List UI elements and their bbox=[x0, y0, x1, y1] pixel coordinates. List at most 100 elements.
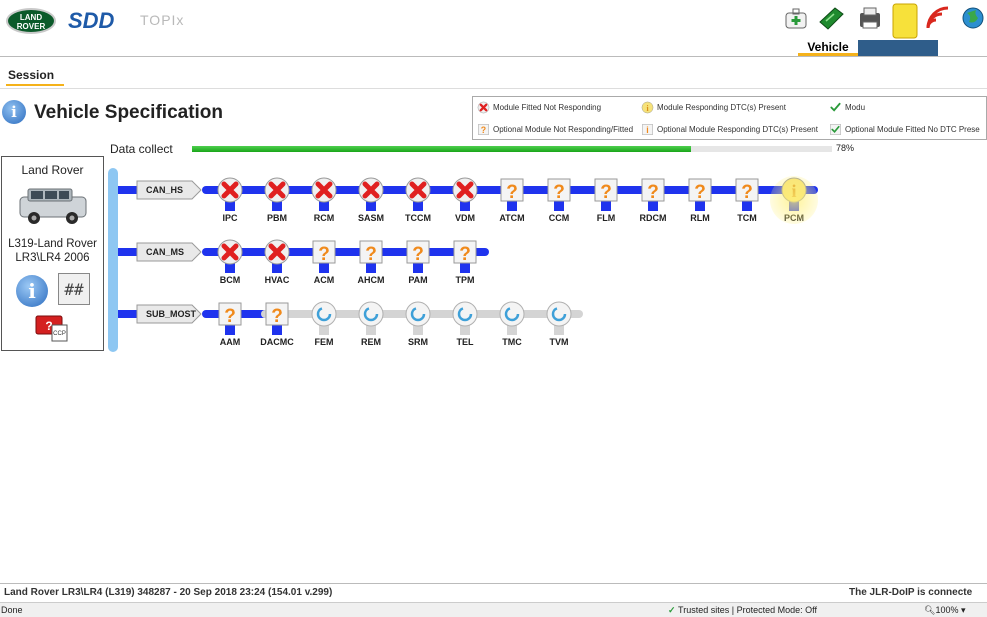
status-session-info: Land Rover LR3\LR4 (L319) 348287 - 20 Se… bbox=[4, 587, 333, 598]
legend-item: i Optional Module Responding DTC(s) Prese… bbox=[641, 123, 818, 136]
vehicle-info-icon[interactable]: i bbox=[16, 275, 48, 307]
module-ipc[interactable]: IPC bbox=[214, 176, 246, 223]
question-icon: ? bbox=[547, 178, 571, 203]
session-label[interactable]: Session bbox=[8, 68, 54, 82]
legend-text: Module Fitted Not Responding bbox=[493, 103, 602, 112]
printer-icon[interactable] bbox=[856, 4, 884, 32]
svg-text:?: ? bbox=[506, 182, 518, 203]
svg-text:CCP: CCP bbox=[53, 331, 66, 337]
data-collect-label: Data collect bbox=[110, 142, 173, 156]
module-atcm[interactable]: ? ATCM bbox=[496, 176, 528, 223]
module-fem[interactable]: FEM bbox=[308, 300, 340, 347]
module-rem[interactable]: REM bbox=[355, 300, 387, 347]
module-tvm[interactable]: TVM bbox=[543, 300, 575, 347]
ccp-icon[interactable]: ? CCP bbox=[34, 313, 70, 343]
svg-text:?: ? bbox=[481, 125, 486, 135]
module-acm[interactable]: ? ACM bbox=[308, 238, 340, 285]
vehicle-make: Land Rover bbox=[21, 163, 84, 177]
legend-text: Optional Module Not Responding/Fitted bbox=[493, 125, 634, 134]
module-dacmc[interactable]: ? DACMC bbox=[260, 300, 294, 347]
red-x-icon bbox=[405, 177, 431, 203]
legend-item: Modu bbox=[829, 101, 865, 114]
app-subtitle: TOPIx bbox=[140, 12, 185, 28]
browser-done-text: Done bbox=[1, 605, 23, 615]
module-rlm[interactable]: ? RLM bbox=[684, 176, 716, 223]
wifi-signal-icon[interactable] bbox=[924, 4, 952, 32]
red-x-icon bbox=[452, 177, 478, 203]
tab-vehicle[interactable]: Vehicle bbox=[798, 38, 858, 56]
vehicle-image bbox=[19, 188, 87, 224]
vehicle-panel: Land Rover L319-Land Rover LR3\LR4 2006 … bbox=[1, 156, 104, 351]
svg-text:i: i bbox=[646, 125, 648, 135]
bus-label-text: CAN_HS bbox=[146, 185, 184, 195]
info-warning-icon: i bbox=[641, 101, 654, 114]
bus-label-can_hs[interactable]: CAN_HS bbox=[136, 180, 202, 200]
loading-icon bbox=[546, 301, 572, 327]
module-rdcm[interactable]: ? RDCM bbox=[637, 176, 669, 223]
module-pam[interactable]: ? PAM bbox=[402, 238, 434, 285]
globe-icon[interactable] bbox=[959, 4, 987, 32]
red-x-icon bbox=[217, 177, 243, 203]
module-rcm[interactable]: RCM bbox=[308, 176, 340, 223]
legend-text: Optional Module Responding DTC(s) Presen… bbox=[657, 125, 818, 134]
module-tmc[interactable]: TMC bbox=[496, 300, 528, 347]
svg-text:?: ? bbox=[412, 244, 424, 265]
bus-stub bbox=[118, 248, 138, 256]
module-tccm[interactable]: TCCM bbox=[402, 176, 434, 223]
legend-item: ? Optional Module Not Responding/Fitted bbox=[477, 123, 633, 136]
svg-text:?: ? bbox=[647, 182, 659, 203]
question-icon: ? bbox=[218, 302, 242, 327]
module-bcm[interactable]: BCM bbox=[214, 238, 246, 285]
red-x-icon bbox=[264, 177, 290, 203]
bus-backbone bbox=[108, 168, 118, 352]
question-icon: ? bbox=[453, 240, 477, 265]
loading-icon bbox=[311, 301, 337, 327]
module-hvac[interactable]: HVAC bbox=[261, 238, 293, 285]
cursor-highlight bbox=[770, 176, 818, 224]
browser-zoom[interactable]: 🔍︎100% ▾ bbox=[924, 605, 966, 616]
legend-item: Module Fitted Not Responding bbox=[477, 101, 601, 114]
module-tpm[interactable]: ? TPM bbox=[449, 238, 481, 285]
bus-stub bbox=[118, 186, 138, 194]
data-collect-percent: 78% bbox=[836, 143, 855, 153]
chevron-down-icon[interactable]: ▾ bbox=[961, 605, 966, 615]
module-aam[interactable]: ? AAM bbox=[214, 300, 246, 347]
browser-zone-text: Trusted sites | Protected Mode: Off bbox=[678, 605, 817, 615]
module-tcm[interactable]: ? TCM bbox=[731, 176, 763, 223]
question-icon: ? bbox=[359, 240, 383, 265]
module-sasm[interactable]: SASM bbox=[355, 176, 387, 223]
module-label: TPM bbox=[455, 275, 475, 285]
module-ccm[interactable]: ? CCM bbox=[543, 176, 575, 223]
bus-label-can_ms[interactable]: CAN_MS bbox=[136, 242, 202, 262]
legend-text: Modu bbox=[845, 103, 866, 112]
loading-icon bbox=[405, 301, 431, 327]
status-connection: The JLR-DoIP is connecte bbox=[849, 587, 973, 598]
module-ahcm[interactable]: ? AHCM bbox=[355, 238, 387, 285]
question-icon: ? bbox=[594, 178, 618, 203]
tab-strip[interactable] bbox=[858, 40, 938, 56]
status-legend: Module Fitted Not Responding i Module Resp… bbox=[472, 96, 987, 140]
module-label: TVM bbox=[549, 337, 569, 347]
red-x-icon bbox=[264, 239, 290, 265]
svg-text:?: ? bbox=[694, 182, 706, 203]
bus-stub bbox=[118, 310, 138, 318]
module-srm[interactable]: SRM bbox=[402, 300, 434, 347]
bus-label-sub_most[interactable]: SUB_MOST bbox=[136, 304, 202, 324]
legend-text: Module Responding DTC(s) Present bbox=[657, 103, 786, 112]
module-pbm[interactable]: PBM bbox=[261, 176, 293, 223]
module-flm[interactable]: ? FLM bbox=[590, 176, 622, 223]
medical-kit-icon[interactable] bbox=[782, 4, 810, 32]
hash-icon[interactable]: ## bbox=[58, 273, 90, 305]
optional-warning-icon: i bbox=[642, 124, 653, 135]
circuit-board-icon[interactable] bbox=[817, 4, 845, 32]
yellow-note-icon[interactable] bbox=[890, 2, 920, 40]
red-x-icon bbox=[358, 177, 384, 203]
check-icon: ✓ bbox=[668, 605, 679, 615]
question-icon: ? bbox=[641, 178, 665, 203]
bus-label-text: SUB_MOST bbox=[146, 309, 197, 319]
question-icon: ? bbox=[500, 178, 524, 203]
module-tel[interactable]: TEL bbox=[449, 300, 481, 347]
svg-text:?: ? bbox=[365, 244, 377, 265]
loading-icon bbox=[452, 301, 478, 327]
module-vdm[interactable]: VDM bbox=[449, 176, 481, 223]
